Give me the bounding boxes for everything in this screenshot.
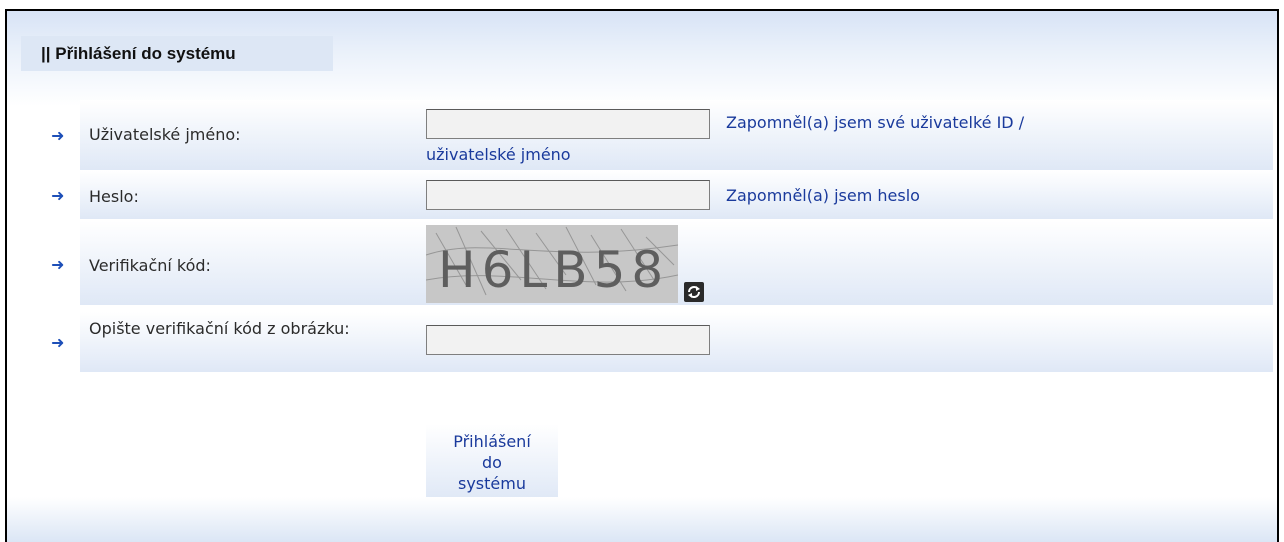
username-label: Uživatelské jméno: (89, 125, 241, 144)
captcha-image: H6LB58 (425, 225, 679, 303)
login-panel: || Přihlášení do systému ➜ Uživatelské j… (5, 9, 1279, 542)
arrow-right-icon: ➜ (51, 333, 65, 352)
forgot-username-link-continued[interactable]: uživatelské jméno (426, 144, 571, 166)
arrow-right-icon: ➜ (51, 255, 65, 274)
arrow-right-icon: ➜ (51, 186, 65, 205)
captcha-code-text: H6LB58 (438, 241, 669, 299)
login-button[interactable]: Přihlášení do systému (426, 424, 558, 504)
forgot-password-link[interactable]: Zapomněl(a) jsem heslo (726, 185, 920, 207)
password-label: Heslo: (89, 187, 139, 206)
footer-band (7, 497, 1277, 542)
captcha-label: Verifikační kód: (89, 256, 211, 275)
page-title: || Přihlášení do systému (21, 36, 333, 71)
forgot-username-link[interactable]: Zapomněl(a) jsem své uživatelké ID / (726, 112, 1024, 134)
captcha-input[interactable] (426, 325, 710, 355)
arrow-right-icon: ➜ (51, 126, 65, 145)
captcha-input-label: Opište verifikační kód z obrázku: (89, 319, 350, 338)
username-input[interactable] (426, 109, 710, 139)
refresh-icon[interactable] (684, 282, 704, 302)
password-input[interactable] (426, 180, 710, 210)
